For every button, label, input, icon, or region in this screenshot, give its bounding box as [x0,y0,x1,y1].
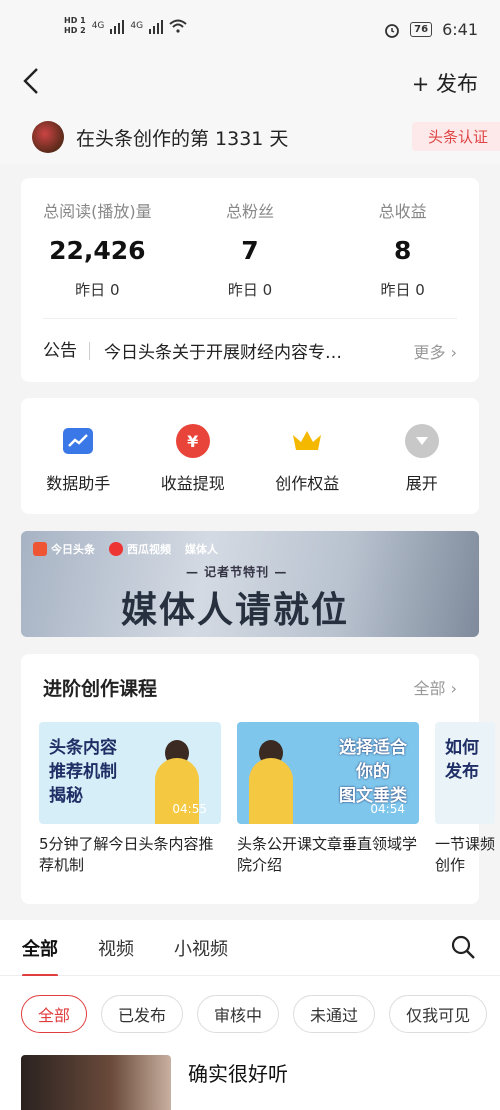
stat-value: 7 [241,236,259,265]
course-thumbnail: 如何 发布 [435,722,495,824]
courses-title: 进阶创作课程 [43,677,158,700]
network-type-1: 4G [91,21,105,31]
filter-published[interactable]: 已发布 [101,995,184,1033]
thumb-text: 如何 发布 [445,738,479,782]
avatar[interactable] [32,121,64,153]
alarm-icon [385,23,400,38]
wifi-icon [169,19,187,33]
article-thumbnail [21,1055,171,1110]
chart-icon [61,424,96,458]
presenter-image [249,758,293,824]
courses-more-link[interactable]: 全部 › [414,675,458,699]
signal-indicators: HD 1 HD 2 4G 4G [64,16,187,36]
sim2-label: HD 2 [64,26,86,35]
xigua-logo-icon [109,542,123,556]
article-title: 确实很好听 [188,1062,288,1086]
tools-card: 数据助手 ¥ 收益提现 创作权益 展开 [21,398,479,514]
stat-sub: 昨日 0 [380,281,425,299]
tool-label: 数据助手 [46,474,111,493]
duration-label: 04:55 [172,802,207,816]
tool-label: 收益提现 [160,474,225,493]
network-type-2: 4G [130,21,144,31]
creation-days-text: 在头条创作的第 1331 天 [76,127,289,150]
stat-sub: 昨日 0 [75,281,120,299]
notice-label: 公告 [43,341,90,360]
tab-video[interactable]: 视频 [98,935,134,961]
notice-text: 今日头条关于开展财经内容专… [104,343,342,363]
notice-more-link[interactable]: 更多 › [414,339,458,363]
filter-reviewing[interactable]: 审核中 [197,995,280,1033]
sim1-label: HD 1 [64,16,86,25]
battery-icon: 76 [410,22,433,37]
thumb-text: 头条内容 推荐机制 揭秘 [49,738,117,806]
status-right: 76 6:41 [384,20,478,39]
tool-data-assistant[interactable]: 数据助手 [21,398,136,514]
top-nav: + 发布 [0,58,500,110]
stat-income[interactable]: 总收益 8 昨日 0 [326,198,479,300]
signal-bars-icon [110,18,125,34]
status-bar: HD 1 HD 2 4G 4G 76 6:41 [0,0,500,58]
notice-bar[interactable]: 公告 今日头条关于开展财经内容专… 更多 › [43,318,457,382]
expand-icon [404,424,439,458]
stat-value: 8 [393,236,412,265]
yen-icon: ¥ [175,424,210,458]
stat-label: 总收益 [378,202,427,221]
filter-private[interactable]: 仅我可见 [389,995,488,1033]
course-item[interactable]: 如何 发布 一节课频创作 [435,722,495,876]
course-title: 5分钟了解今日头条内容推荐机制 [39,835,214,874]
stat-fans[interactable]: 总粉丝 7 昨日 0 [174,198,327,300]
tool-expand[interactable]: 展开 [365,398,480,514]
course-title: 一节课频创作 [435,835,495,874]
course-item[interactable]: 头条内容 推荐机制 揭秘 04:55 5分钟了解今日头条内容推荐机制 [39,722,221,876]
search-icon[interactable] [450,934,476,960]
thumb-text: 选择适合 你的 图文垂类 [339,738,407,806]
tab-all[interactable]: 全部 [22,935,58,977]
toutiao-logo-icon [33,542,47,556]
clock: 6:41 [442,20,478,39]
banner-subtitle: — 记者节特刊 — [186,565,288,579]
course-thumbnail: 选择适合 你的 图文垂类 04:54 [237,722,419,824]
filter-all[interactable]: 全部 [21,995,88,1033]
brand-meitiren: 媒体人 [185,543,218,556]
courses-header: 进阶创作课程 全部 › [21,654,479,720]
course-title: 头条公开课文章垂直领域学院介绍 [237,835,418,874]
signal-bars-icon-2 [149,18,164,34]
content-tabs: 全部 视频 小视频 [0,920,500,977]
banner-brands: 今日头条 西瓜视频 媒体人 [33,541,218,557]
banner-title: 媒体人请就位 [121,590,350,631]
filter-rejected[interactable]: 未通过 [293,995,376,1033]
stat-label: 总阅读(播放)量 [43,202,152,221]
back-icon[interactable] [22,66,40,102]
stat-reads[interactable]: 总阅读(播放)量 22,426 昨日 0 [21,198,174,300]
duration-label: 04:54 [370,802,405,816]
tool-label: 创作权益 [275,474,340,493]
verify-badge[interactable]: 头条认证 [411,122,500,151]
stat-value: 22,426 [49,236,146,265]
stat-label: 总粉丝 [226,202,275,221]
brand-xigua: 西瓜视频 [109,541,171,557]
promo-banner[interactable]: 今日头条 西瓜视频 媒体人 — 记者节特刊 — 媒体人请就位 [21,531,479,637]
course-item[interactable]: 选择适合 你的 图文垂类 04:54 头条公开课文章垂直领域学院介绍 [237,722,419,876]
filter-chips: 全部 已发布 审核中 未通过 仅我可见 [0,976,500,1052]
brand-toutiao: 今日头条 [33,541,95,557]
course-thumbnail: 头条内容 推荐机制 揭秘 04:55 [39,722,221,824]
crown-icon [290,424,325,458]
courses-card: 进阶创作课程 全部 › 头条内容 推荐机制 揭秘 04:55 5分钟了解今日头条… [21,654,495,904]
tool-label: 展开 [405,474,438,493]
tool-income-withdraw[interactable]: ¥ 收益提现 [136,398,251,514]
publish-button[interactable]: + 发布 [412,68,478,98]
stats-card: 总阅读(播放)量 22,426 昨日 0 总粉丝 7 昨日 0 总收益 8 昨日… [21,178,479,382]
course-list: 头条内容 推荐机制 揭秘 04:55 5分钟了解今日头条内容推荐机制 选择适合 … [39,722,500,876]
profile-bar: 在头条创作的第 1331 天 头条认证 [0,110,500,164]
article-item[interactable]: 确实很好听 [0,1052,500,1110]
tool-creator-rights[interactable]: 创作权益 [250,398,365,514]
tab-short-video[interactable]: 小视频 [174,935,228,961]
stat-sub: 昨日 0 [227,281,273,299]
stats-row: 总阅读(播放)量 22,426 昨日 0 总粉丝 7 昨日 0 总收益 8 昨日… [21,178,479,300]
